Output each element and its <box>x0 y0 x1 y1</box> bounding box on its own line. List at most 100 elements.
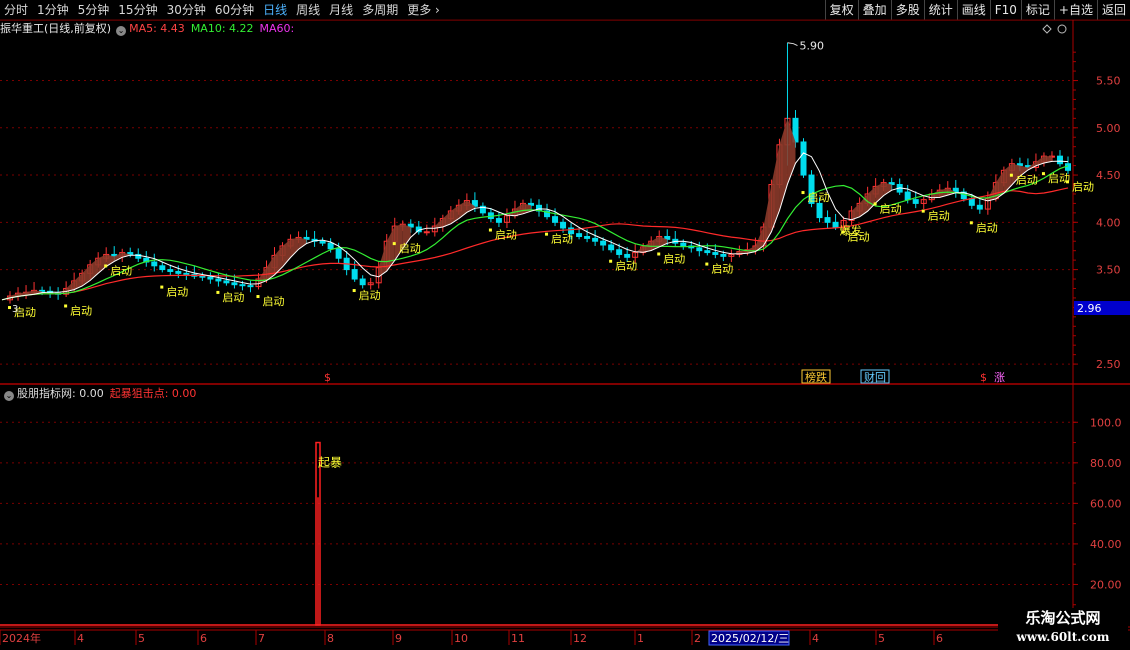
candle-body <box>223 280 230 284</box>
indicator-signal-value: : 0.00 <box>164 387 197 400</box>
cursor-date: 2025/02/12/三 <box>711 632 789 645</box>
indicator-tick-label: 60.00 <box>1090 497 1122 510</box>
signal-label: 启动 <box>495 229 517 242</box>
x-axis-label: 2024年 <box>2 631 41 645</box>
signal-label: 启动 <box>928 210 950 223</box>
signal-label: 启动 <box>663 252 685 265</box>
candle-body <box>576 233 583 237</box>
trend-ribbon <box>114 252 123 262</box>
signal-label: 启动 <box>262 295 284 308</box>
trend-ribbon <box>883 182 892 196</box>
indicator-tick-label: 80.00 <box>1090 457 1122 470</box>
candle-body <box>239 284 246 287</box>
indicator-tick-label: 20.00 <box>1090 578 1122 591</box>
event-marker: $ <box>980 371 987 384</box>
signal-dot <box>64 304 68 308</box>
trend-ribbon <box>763 184 772 246</box>
signal-label: 启动 <box>1016 174 1038 187</box>
candle-body <box>175 270 182 274</box>
chart-canvas[interactable]: 5.50 5.00 4.50 4.00 3.50 2.50 100.0 80.00 60.00 4… <box>0 0 1130 650</box>
burst-label: 爆发 <box>840 223 862 237</box>
signal-dot <box>657 252 661 256</box>
candle-body <box>560 221 567 229</box>
x-axis-label: 5 <box>878 632 885 645</box>
signal-dot <box>609 259 613 263</box>
x-axis-label: 4 <box>812 632 819 645</box>
trend-ribbon <box>771 144 780 232</box>
signal-label: 启动 <box>70 304 92 317</box>
candle-body <box>608 244 615 251</box>
signal-dot <box>488 228 492 232</box>
high-leader <box>787 42 798 47</box>
candle-body <box>1056 155 1063 165</box>
x-axis-label: 6 <box>936 632 943 645</box>
candle-body <box>359 278 366 286</box>
current-price-label: 2.96 <box>1077 302 1102 315</box>
x-axis-label: 12 <box>573 632 587 645</box>
low-price-label: 3. <box>12 304 22 315</box>
collapse-icon[interactable]: ⌄ <box>4 391 14 401</box>
candle-body <box>159 265 166 271</box>
candle-body <box>680 242 687 247</box>
indicator-signal-name: 起暴狙击点 <box>109 387 165 400</box>
indicator-tick-label: 100.0 <box>1090 416 1122 429</box>
trend-ribbon <box>875 182 884 204</box>
signal-label: 启动 <box>976 221 998 234</box>
signal-dot <box>705 262 709 266</box>
candle-body <box>423 231 430 234</box>
signal-dot <box>104 264 108 268</box>
candle-body <box>712 252 719 255</box>
price-tick-label: 5.00 <box>1096 122 1121 135</box>
candle-body <box>247 285 254 288</box>
candle-body <box>584 235 591 239</box>
signal-dot <box>1066 180 1069 184</box>
signal-label: 启动 <box>110 264 132 277</box>
candle-body <box>976 204 983 210</box>
candle-body <box>319 240 326 244</box>
trend-ribbon <box>386 226 395 272</box>
signal-label: 启动 <box>359 289 381 302</box>
signal-label: 启动 <box>711 263 733 276</box>
signal-dot <box>873 202 877 206</box>
x-axis-label: 11 <box>511 632 525 645</box>
indicator-name[interactable]: 股朋指标网 <box>17 387 72 400</box>
candle-body <box>624 253 631 258</box>
x-axis-label: 8 <box>327 632 334 645</box>
indicator-name-value: : 0.00 <box>72 387 104 400</box>
ma10-label: MA10: 4.22 <box>190 22 254 35</box>
spike-label: 起暴 <box>318 456 342 470</box>
event-marker: 榜跌 <box>805 370 827 384</box>
signal-dot <box>160 285 164 289</box>
candle-body <box>720 253 727 257</box>
signal-label: 启动 <box>880 202 902 215</box>
signal-label: 启动 <box>615 260 637 273</box>
candle-body <box>351 269 358 280</box>
event-marker: 财回 <box>864 370 886 384</box>
signal-dot <box>969 221 973 225</box>
price-tick-label: 4.00 <box>1096 216 1121 229</box>
stock-title[interactable]: 振华重工(日线,前复权) <box>0 22 111 35</box>
signal-label: 启动 <box>399 242 421 255</box>
trend-ribbon <box>755 227 764 252</box>
candle-body <box>912 199 919 204</box>
signal-dot <box>921 209 925 213</box>
indicator-panel-header: ⌄ 股朋指标网: 0.00 起暴狙击点: 0.00 <box>0 386 196 402</box>
ma60-line <box>1 187 1069 301</box>
price-tick-label: 2.50 <box>1096 358 1121 371</box>
x-axis-label: 4 <box>77 632 84 645</box>
indicator-tick-label: 40.00 <box>1090 538 1122 551</box>
x-axis-label: 9 <box>395 632 402 645</box>
candle-body <box>495 218 502 223</box>
signal-label: 启动 <box>166 286 188 299</box>
candle-body <box>704 250 711 254</box>
trend-ribbon <box>290 237 299 258</box>
candle-body <box>800 141 807 176</box>
collapse-icon[interactable]: ⌄ <box>116 26 127 36</box>
signal-dot <box>216 290 220 294</box>
trend-ribbon <box>298 237 307 250</box>
price-tick-label: 4.50 <box>1096 169 1121 182</box>
signal-dot <box>1009 173 1013 177</box>
signal-dot <box>1041 172 1045 176</box>
price-panel-header: 振华重工(日线,前复权) ⌄ MA5: 4.43 MA10: 4.22 MA60: <box>0 21 294 37</box>
candle-body <box>616 249 623 255</box>
